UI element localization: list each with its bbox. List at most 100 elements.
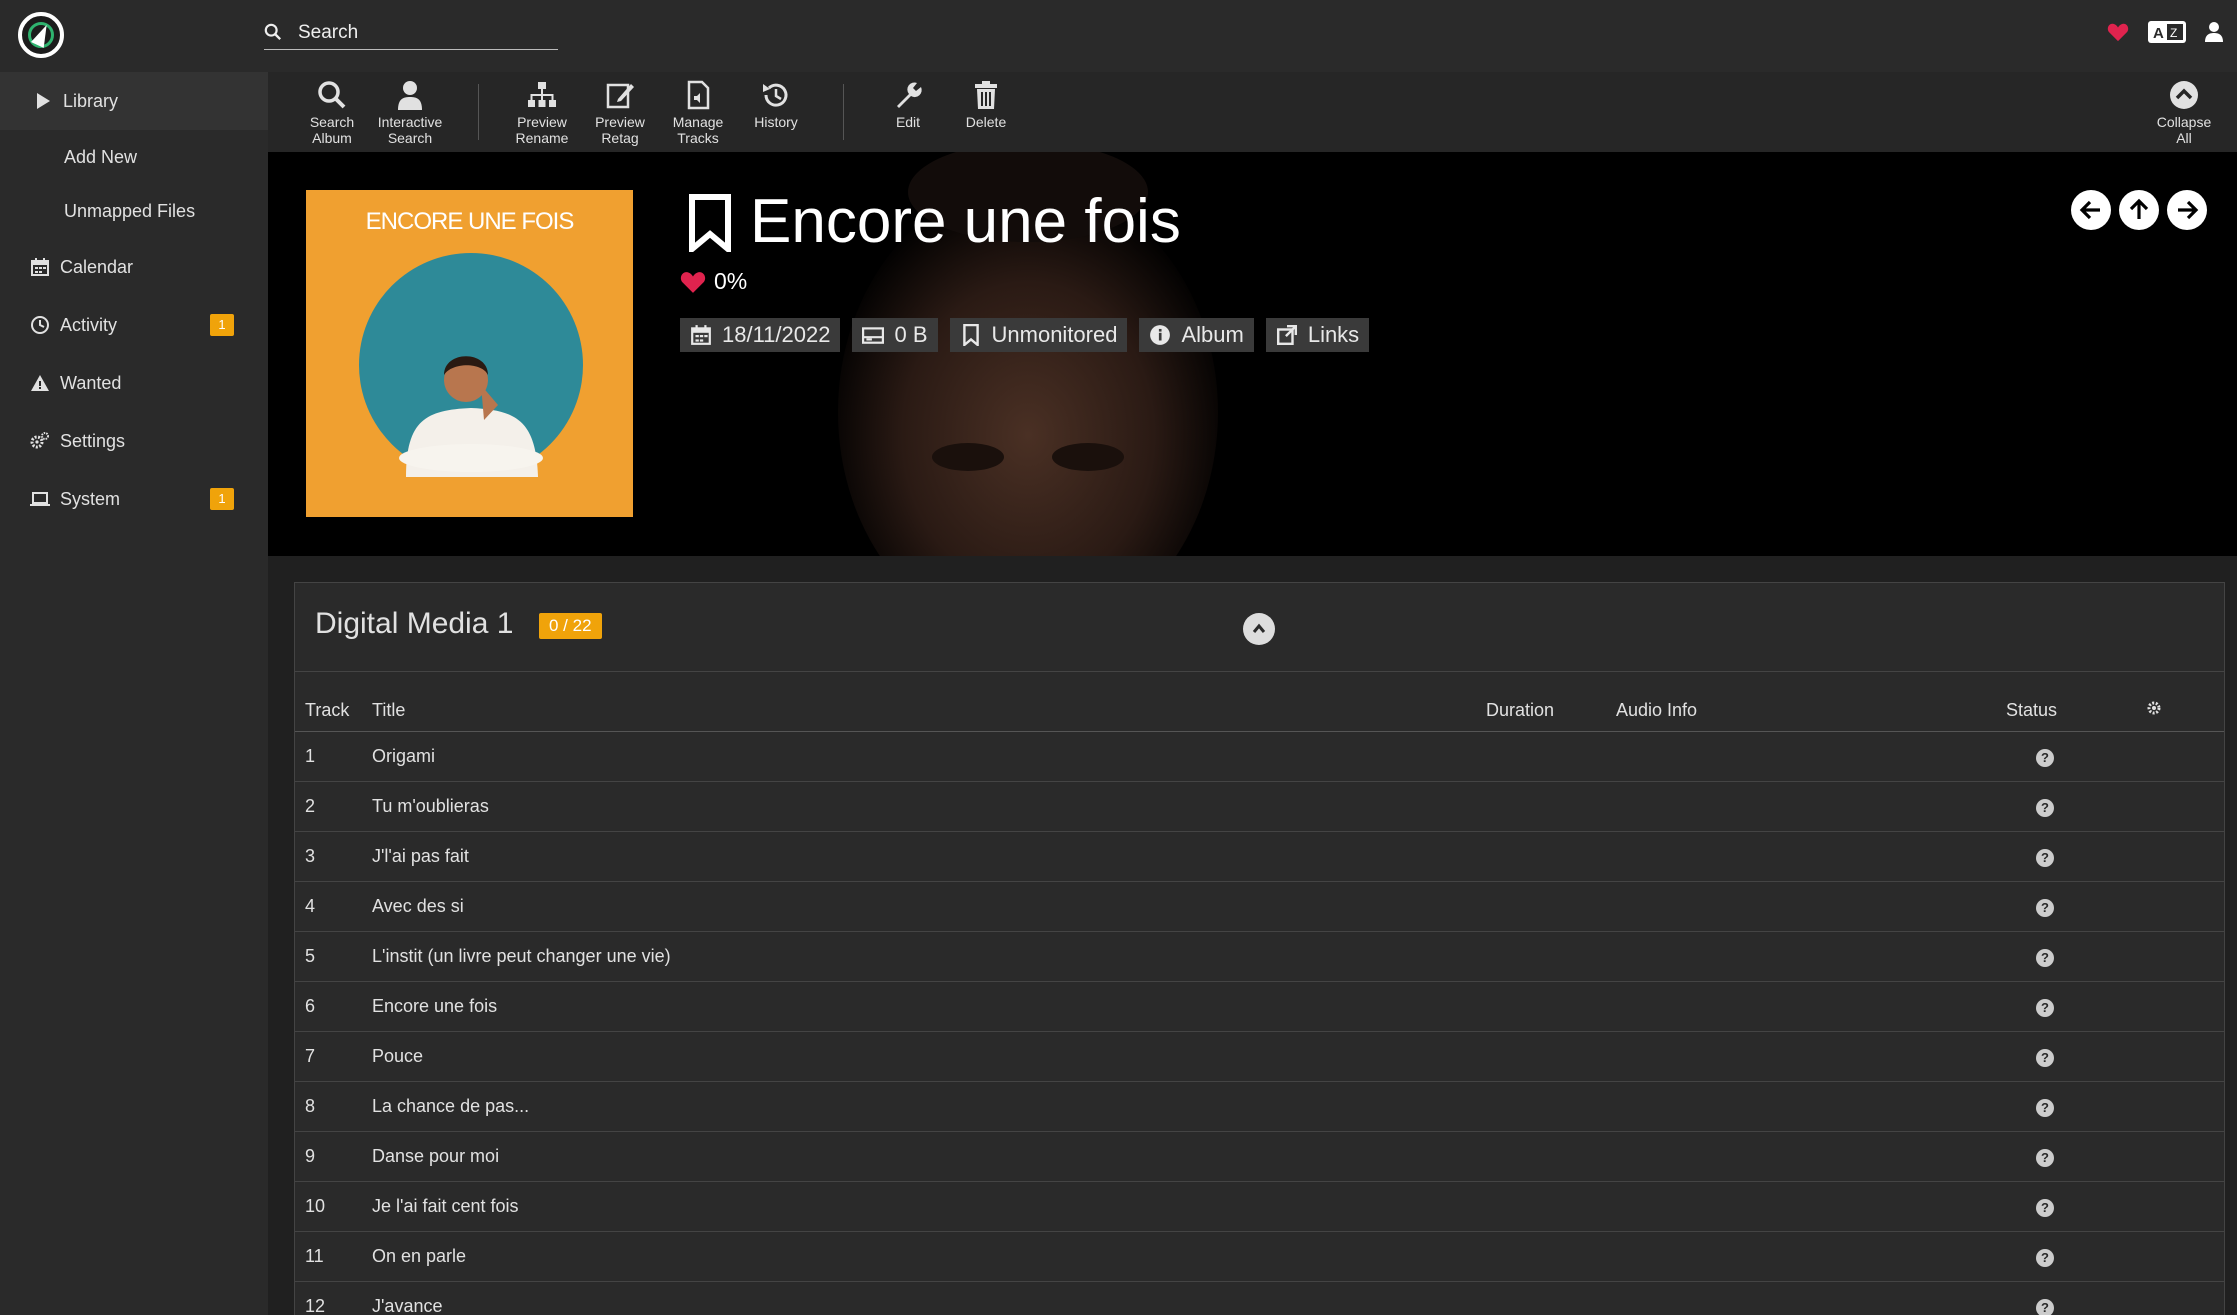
- track-actions: [2136, 1280, 2224, 1315]
- album-rating: 0%: [680, 268, 747, 295]
- track-number: 9: [295, 1130, 362, 1181]
- track-title: J'avance: [362, 1280, 1476, 1315]
- clock-icon: [31, 316, 49, 334]
- track-status: ?: [1996, 780, 2136, 831]
- keyboard-shortcuts-icon[interactable]: AZ: [2147, 20, 2187, 44]
- track-audio-info: [1606, 930, 1996, 981]
- delete-button[interactable]: Delete: [947, 80, 1025, 130]
- monitor-toggle-icon[interactable]: [688, 194, 732, 252]
- sidebar-item-label: Calendar: [60, 256, 134, 277]
- laptop-icon: [30, 492, 50, 506]
- track-audio-info: [1606, 880, 1996, 931]
- chevron-up-icon: [1252, 623, 1266, 633]
- track-audio-info: [1606, 830, 1996, 881]
- track-status: ?: [1996, 1130, 2136, 1181]
- play-icon: [37, 93, 50, 109]
- toolbar-label: Search: [309, 114, 355, 130]
- search-icon: [318, 81, 346, 109]
- sidebar-item-calendar[interactable]: Calendar: [0, 238, 268, 296]
- toolbar-label: Album: [312, 130, 352, 146]
- divider: [295, 671, 2224, 672]
- calendar-icon: [31, 258, 49, 276]
- sidebar-item-system[interactable]: System 1: [0, 470, 268, 528]
- track-actions: [2136, 1230, 2224, 1281]
- table-row: 8 La chance de pas...?: [295, 1080, 2224, 1131]
- column-options[interactable]: [2136, 691, 2224, 732]
- links-label: Links: [1307, 322, 1360, 347]
- history-button[interactable]: History: [737, 80, 815, 130]
- question-circle-icon: ?: [2036, 848, 2054, 867]
- manage-tracks-button[interactable]: Manage Tracks: [659, 80, 737, 146]
- search-input[interactable]: [298, 18, 556, 48]
- column-header-duration[interactable]: Duration: [1476, 691, 1606, 732]
- sidebar-item-settings[interactable]: Settings: [0, 412, 268, 470]
- edit-button[interactable]: Edit: [869, 80, 947, 130]
- search-album-button[interactable]: Search Album: [293, 80, 371, 146]
- hard-drive-icon: [862, 327, 885, 344]
- table-row: 2 Tu m'oublieras?: [295, 780, 2224, 831]
- track-number: 10: [295, 1180, 362, 1231]
- tracks-table: Track Title Duration Audio Info Status 1…: [295, 691, 2224, 1315]
- column-header-title[interactable]: Title: [362, 691, 1476, 732]
- track-audio-info: [1606, 730, 1996, 781]
- sidebar-item-activity[interactable]: Activity 1: [0, 296, 268, 354]
- table-row: 9 Danse pour moi?: [295, 1130, 2224, 1181]
- user-icon[interactable]: [2205, 21, 2223, 43]
- track-number: 4: [295, 880, 362, 931]
- preview-rename-button[interactable]: Preview Rename: [503, 80, 581, 146]
- track-title: Pouce: [362, 1030, 1476, 1081]
- column-header-status[interactable]: Status: [1996, 691, 2136, 732]
- track-audio-info: [1606, 1030, 1996, 1081]
- question-circle-icon: ?: [2036, 798, 2054, 817]
- toolbar-label: Tracks: [677, 130, 719, 146]
- collapse-all-button[interactable]: Collapse All: [2145, 80, 2223, 146]
- svg-text:Z: Z: [2170, 26, 2177, 40]
- activity-badge: 1: [210, 314, 234, 336]
- album-details: 18/11/2022 0 B Unmonitored Album Links: [680, 318, 1370, 352]
- previous-album-button[interactable]: [2071, 190, 2111, 230]
- edit-icon: [606, 83, 634, 109]
- sidebar-item-library[interactable]: Library: [0, 72, 268, 130]
- track-actions: [2136, 830, 2224, 881]
- question-circle-icon: ?: [2036, 948, 2054, 967]
- sidebar-item-add-new[interactable]: Add New: [0, 130, 268, 184]
- column-header-audio-info[interactable]: Audio Info: [1606, 691, 1996, 732]
- table-row: 5 L'instit (un livre peut changer une vie…: [295, 930, 2224, 981]
- collapse-medium-button[interactable]: [1243, 613, 1275, 645]
- question-circle-icon: ?: [2036, 1248, 2054, 1267]
- links-button[interactable]: Links: [1265, 318, 1370, 352]
- table-row: 11 On en parle?: [295, 1230, 2224, 1281]
- track-duration: [1476, 1230, 1606, 1281]
- interactive-search-button[interactable]: Interactive Search: [371, 80, 449, 146]
- track-duration: [1476, 1180, 1606, 1231]
- app-logo[interactable]: [18, 12, 64, 58]
- artist-button[interactable]: [2119, 190, 2159, 230]
- gear-icon[interactable]: [2146, 700, 2162, 716]
- toolbar-separator: [843, 84, 844, 140]
- album-type-label: Album: [1139, 318, 1254, 352]
- next-album-button[interactable]: [2167, 190, 2207, 230]
- track-title: Danse pour moi: [362, 1130, 1476, 1181]
- sidebar-item-unmapped-files[interactable]: Unmapped Files: [0, 184, 268, 238]
- table-row: 12 J'avance?: [295, 1280, 2224, 1315]
- arrow-left-icon: [2079, 200, 2100, 220]
- toolbar-label: History: [754, 114, 798, 130]
- bookmark-icon: [962, 324, 979, 346]
- question-circle-icon: ?: [2036, 748, 2054, 767]
- toolbar-label: Rename: [515, 130, 569, 146]
- toolbar-label: Preview: [517, 114, 567, 130]
- toolbar-label: Retag: [601, 130, 639, 146]
- sidebar-item-wanted[interactable]: Wanted: [0, 354, 268, 412]
- toolbar-label: Search: [387, 130, 433, 146]
- medium-title: Digital Media 1: [315, 607, 514, 640]
- monitor-status-label: Unmonitored: [949, 318, 1128, 352]
- sitemap-icon: [528, 82, 556, 107]
- track-duration: [1476, 1280, 1606, 1315]
- track-number: 3: [295, 830, 362, 881]
- track-number: 11: [295, 1230, 362, 1281]
- preview-retag-button[interactable]: Preview Retag: [581, 80, 659, 146]
- donate-heart-icon[interactable]: [2107, 22, 2129, 42]
- column-header-track[interactable]: Track: [295, 691, 362, 732]
- page-toolbar: Search Album Interactive Search Preview Ren…: [268, 72, 2237, 152]
- table-row: 3 J'l'ai pas fait?: [295, 830, 2224, 881]
